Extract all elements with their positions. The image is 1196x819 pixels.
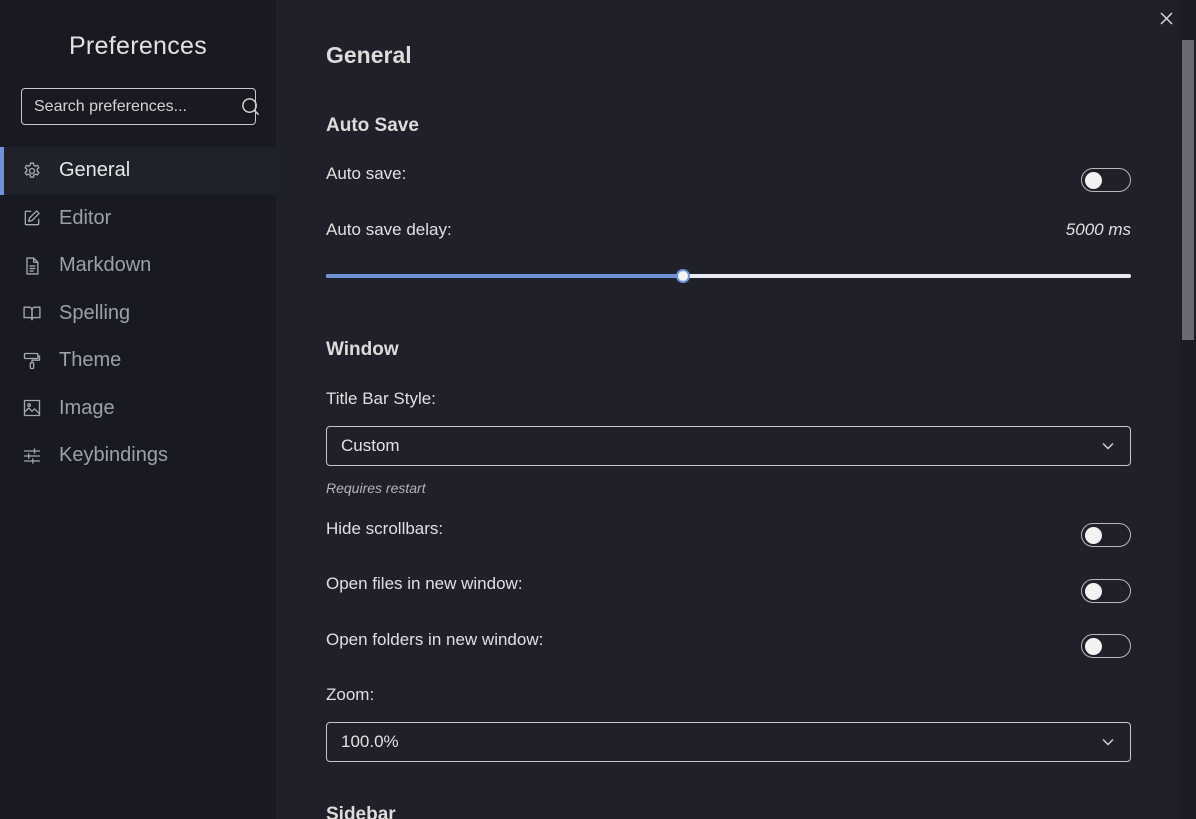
sidebar-nav: General Editor Markdown Spelling Theme I…: [0, 147, 276, 480]
open-folders-new-window-toggle[interactable]: [1081, 634, 1131, 658]
zoom-label: Zoom:: [326, 685, 375, 704]
preferences-content: General Auto Save Auto save: Auto save d…: [276, 0, 1180, 819]
edit-icon: [22, 208, 42, 228]
sidebar-item-label: Theme: [59, 349, 122, 372]
toggle-knob: [1085, 582, 1102, 600]
sidebar-item-editor[interactable]: Editor: [0, 195, 276, 243]
close-button[interactable]: [1155, 10, 1177, 32]
open-files-new-window-label: Open files in new window:: [326, 574, 523, 593]
sidebar-item-label: Editor: [59, 206, 112, 229]
search-icon[interactable]: [241, 97, 260, 117]
sidebar-item-label: Keybindings: [59, 444, 168, 467]
toggle-knob: [1085, 171, 1102, 189]
document-icon: [22, 256, 42, 276]
auto-save-delay-label: Auto save delay:: [326, 220, 452, 239]
auto-save-label: Auto save:: [326, 164, 407, 183]
scrollbar-thumb[interactable]: [1182, 40, 1194, 340]
toggle-knob: [1085, 637, 1102, 655]
sidebar-title: Preferences: [68, 32, 208, 60]
section-title-window: Window: [326, 339, 399, 360]
paint-roller-icon: [22, 351, 42, 371]
auto-save-delay-value: 5000 ms: [1065, 220, 1131, 239]
title-bar-style-label: Title Bar Style:: [326, 389, 436, 408]
sidebar-item-keybindings[interactable]: Keybindings: [0, 432, 276, 480]
hide-scrollbars-label: Hide scrollbars:: [326, 519, 444, 538]
sidebar-item-label: Image: [59, 396, 115, 419]
search-box[interactable]: [21, 88, 260, 125]
sidebar-item-general[interactable]: General: [0, 147, 276, 195]
book-icon: [22, 303, 42, 323]
sidebar-item-image[interactable]: Image: [0, 385, 276, 433]
slider-thumb[interactable]: [676, 269, 691, 283]
auto-save-delay-slider[interactable]: [326, 269, 1131, 283]
gear-icon: [22, 161, 42, 181]
requires-restart-note: Requires restart: [326, 480, 426, 496]
chevron-down-icon: [1100, 438, 1116, 454]
hide-scrollbars-toggle[interactable]: [1081, 523, 1131, 547]
section-title-sidebar: Sidebar: [326, 804, 396, 819]
sliders-icon: [22, 446, 42, 466]
auto-save-toggle[interactable]: [1081, 168, 1131, 192]
image-icon: [22, 398, 42, 418]
zoom-select[interactable]: 100.0%: [326, 722, 1131, 762]
search-input[interactable]: [34, 97, 241, 116]
sidebar-item-markdown[interactable]: Markdown: [0, 242, 276, 290]
zoom-value: 100.0%: [341, 732, 399, 751]
open-folders-new-window-label: Open folders in new window:: [326, 630, 544, 649]
sidebar-item-label: General: [59, 159, 131, 182]
sidebar-item-theme[interactable]: Theme: [0, 337, 276, 385]
content-scrollbar[interactable]: [1180, 0, 1196, 819]
slider-fill: [326, 274, 684, 278]
sidebar-item-label: Spelling: [59, 301, 131, 324]
sidebar-item-label: Markdown: [59, 254, 152, 277]
page-title: General: [326, 42, 412, 68]
close-icon: [1159, 12, 1173, 30]
title-bar-style-select[interactable]: Custom: [326, 426, 1131, 466]
section-title-auto-save: Auto Save: [326, 115, 419, 136]
sidebar-item-spelling[interactable]: Spelling: [0, 290, 276, 338]
title-bar-style-value: Custom: [341, 436, 400, 455]
toggle-knob: [1085, 526, 1102, 544]
chevron-down-icon: [1100, 734, 1116, 750]
preferences-sidebar: Preferences General Editor Markdown: [0, 0, 276, 819]
open-files-new-window-toggle[interactable]: [1081, 579, 1131, 603]
